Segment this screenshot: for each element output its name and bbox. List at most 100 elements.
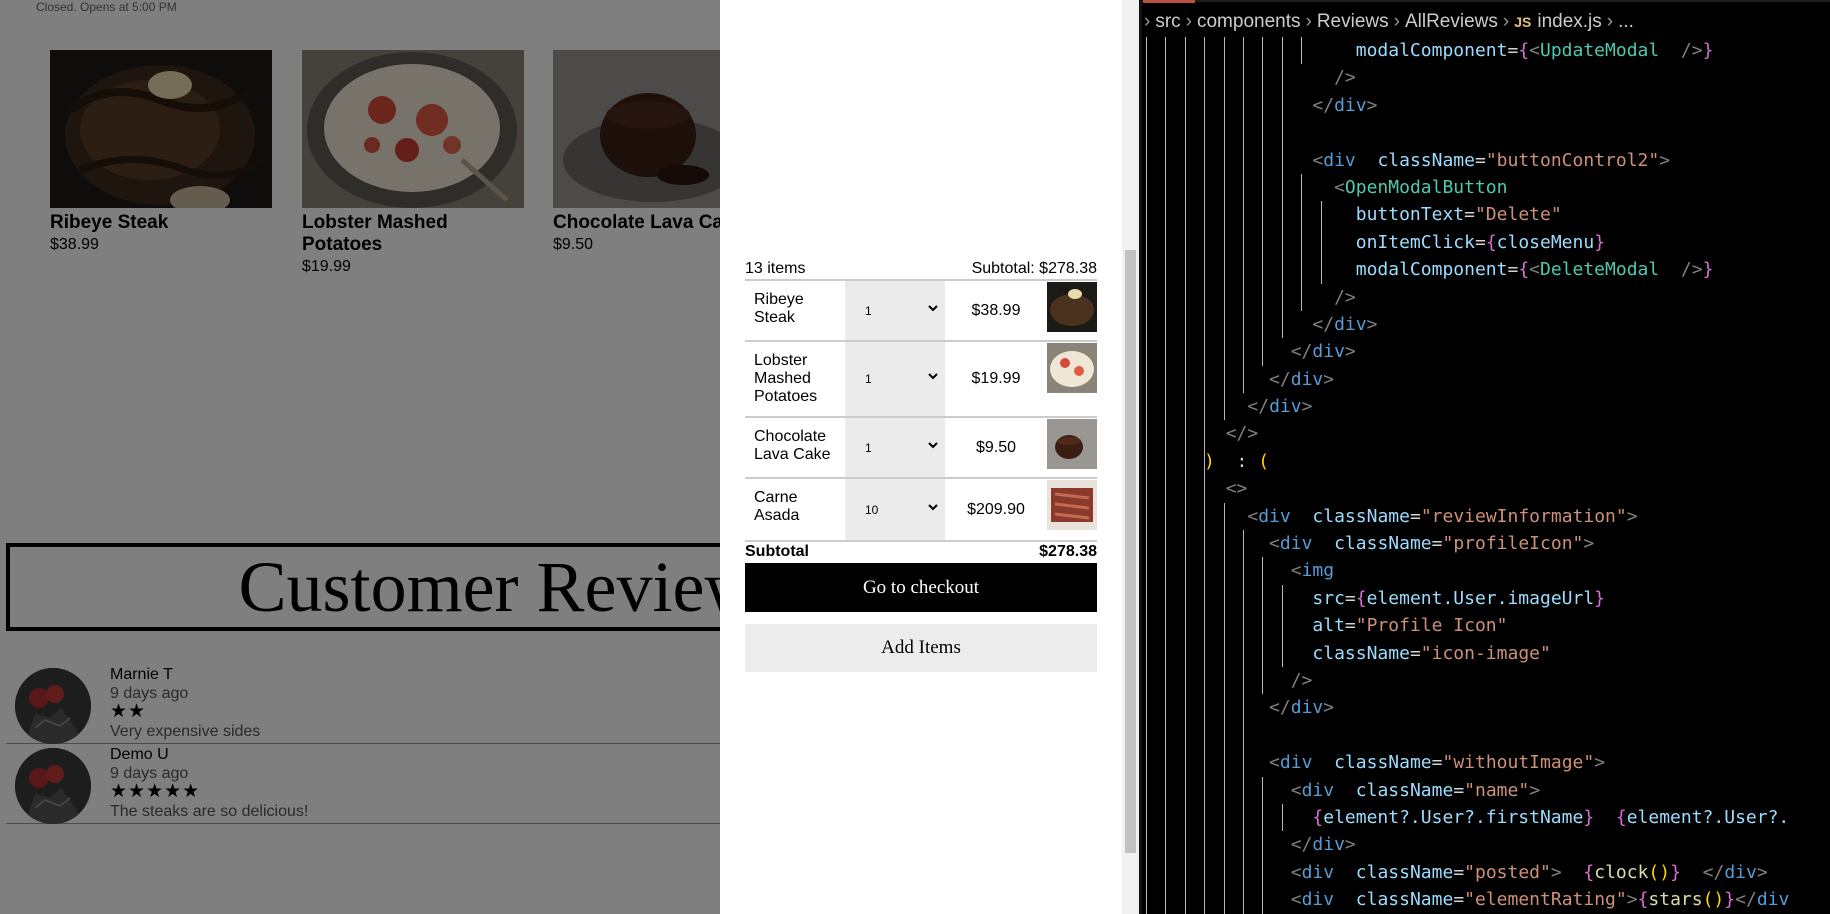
code-text: <div className="posted"> {clock()} </div… bbox=[1139, 859, 1768, 886]
code-line[interactable]: className="icon-image" bbox=[1139, 639, 1830, 667]
code-token: { bbox=[1615, 806, 1627, 828]
code-token: = bbox=[1474, 149, 1486, 171]
code-token: < bbox=[1269, 533, 1280, 555]
code-text: </div> bbox=[1139, 92, 1377, 119]
code-token: </ bbox=[1269, 697, 1291, 719]
breadcrumb-item[interactable]: AllReviews bbox=[1405, 11, 1498, 33]
code-text: <OpenModalButton bbox=[1139, 174, 1507, 201]
cart-items-table: Ribeye Steak 1 $38.99 Lobster Mashed Pot… bbox=[745, 279, 1097, 542]
chevron-down-icon bbox=[927, 501, 939, 516]
code-line[interactable]: <img bbox=[1139, 557, 1830, 585]
scrollbar-thumb[interactable] bbox=[1125, 250, 1136, 853]
code-token: </ bbox=[1247, 396, 1270, 418]
code-token: div bbox=[1258, 505, 1291, 527]
code-token: < bbox=[1334, 176, 1345, 198]
code-token: modalComponent bbox=[1355, 40, 1508, 61]
screen: Closed. Opens at 5:00 PM Ribeye Steak $3… bbox=[0, 0, 1830, 914]
breadcrumb-item[interactable]: components bbox=[1197, 11, 1301, 33]
indent-guide bbox=[1262, 119, 1264, 147]
code-line[interactable]: <div className="buttonControl2"> bbox=[1139, 146, 1830, 174]
code-line[interactable]: </div> bbox=[1139, 393, 1830, 421]
code-token: () bbox=[1702, 889, 1725, 911]
code-line[interactable]: </div> bbox=[1139, 831, 1830, 859]
code-line[interactable]: <div className="profileIcon"> bbox=[1139, 530, 1830, 558]
quantity-select[interactable]: 1 bbox=[865, 441, 939, 455]
code-line[interactable]: <div className="reviewInformation"> bbox=[1139, 502, 1830, 531]
cart-item-name: Lobster Mashed Potatoes bbox=[754, 352, 818, 405]
code-token: div bbox=[1301, 889, 1335, 911]
quantity-select[interactable]: 1 bbox=[865, 304, 939, 318]
code-line[interactable]: /> bbox=[1139, 64, 1830, 92]
code-token: buttonText bbox=[1355, 204, 1465, 226]
code-line[interactable]: <OpenModalButton bbox=[1139, 173, 1830, 202]
modal-backdrop[interactable] bbox=[0, 0, 720, 914]
code-line[interactable]: </div> bbox=[1139, 310, 1830, 339]
quantity-select[interactable]: 1 bbox=[865, 372, 939, 386]
code-area[interactable]: modalComponent={<UpdateModal />} /> </di… bbox=[1139, 37, 1830, 914]
code-token: /> bbox=[1290, 669, 1313, 691]
code-line[interactable]: modalComponent={<DeleteModal />} bbox=[1139, 256, 1830, 284]
code-token: clock bbox=[1594, 861, 1649, 883]
code-line[interactable]: <div className="posted"> {clock()} </div… bbox=[1139, 858, 1830, 887]
code-token: > bbox=[1529, 779, 1541, 801]
code-token: stars bbox=[1648, 889, 1703, 911]
code-line[interactable]: </div> bbox=[1139, 338, 1830, 366]
code-token: className bbox=[1312, 642, 1410, 664]
code-token: /> bbox=[1334, 286, 1356, 308]
indent-guide bbox=[1184, 721, 1186, 750]
quantity-value: 1 bbox=[865, 372, 872, 386]
code-line[interactable]: {element?.User?.firstName} {element?.Use… bbox=[1139, 803, 1830, 832]
code-token: div bbox=[1279, 533, 1313, 555]
quantity-select[interactable]: 10 bbox=[865, 503, 939, 517]
code-token: div bbox=[1334, 313, 1367, 335]
code-line[interactable]: </> bbox=[1139, 420, 1830, 448]
code-line[interactable] bbox=[1139, 721, 1830, 750]
code-token: div bbox=[1290, 368, 1324, 390]
code-line[interactable]: onItemClick={closeMenu} bbox=[1139, 228, 1830, 257]
code-token: < bbox=[1269, 752, 1280, 774]
code-line[interactable]: modalComponent={<UpdateModal />} bbox=[1139, 37, 1830, 65]
quantity-value: 1 bbox=[865, 303, 872, 318]
add-items-button[interactable]: Add Items bbox=[745, 624, 1097, 672]
code-text: </> bbox=[1139, 420, 1259, 447]
code-line[interactable] bbox=[1139, 119, 1830, 147]
breadcrumb-symbol[interactable]: ... bbox=[1618, 11, 1634, 33]
breadcrumb-item[interactable]: src bbox=[1155, 11, 1180, 33]
code-line[interactable]: src={element.User.imageUrl} bbox=[1139, 584, 1830, 613]
code-token: } bbox=[1594, 231, 1606, 253]
code-token: element.User.imageUrl bbox=[1366, 587, 1595, 609]
code-text: </div> bbox=[1139, 694, 1334, 721]
code-line[interactable]: <> bbox=[1139, 475, 1830, 503]
code-token: > bbox=[1344, 341, 1356, 363]
code-token: < bbox=[1312, 149, 1324, 171]
code-text: alt="Profile Icon" bbox=[1139, 612, 1507, 639]
breadcrumb-file[interactable]: index.js bbox=[1537, 11, 1601, 33]
code-line[interactable]: ) : ( bbox=[1139, 447, 1830, 476]
code-line[interactable]: <div className="name"> bbox=[1139, 776, 1830, 804]
code-line[interactable]: <div className="elementRating">{stars()}… bbox=[1139, 886, 1830, 914]
cart-panel: 13 items Subtotal: $278.38 Ribeye Steak … bbox=[720, 0, 1122, 914]
code-line[interactable]: </div> bbox=[1139, 365, 1830, 394]
code-text: src={element.User.imageUrl} bbox=[1139, 585, 1605, 612]
code-token: = bbox=[1474, 231, 1486, 253]
code-token: = bbox=[1453, 889, 1465, 911]
code-token: { bbox=[1518, 259, 1530, 281]
checkout-button[interactable]: Go to checkout bbox=[745, 563, 1097, 612]
quantity-value: 10 bbox=[865, 502, 879, 517]
code-token: > bbox=[1301, 396, 1313, 418]
code-line[interactable]: /> bbox=[1139, 283, 1830, 311]
page-scrollbar[interactable] bbox=[1122, 0, 1139, 914]
code-line[interactable]: </div> bbox=[1139, 694, 1830, 722]
code-text: ) : ( bbox=[1139, 448, 1269, 475]
code-line[interactable]: <div className="withoutImage"> bbox=[1139, 749, 1830, 777]
code-line[interactable]: alt="Profile Icon" bbox=[1139, 612, 1830, 640]
code-line[interactable]: /> bbox=[1139, 666, 1830, 695]
code-text: modalComponent={<UpdateModal />} bbox=[1139, 37, 1714, 64]
breadcrumb-item[interactable]: Reviews bbox=[1317, 11, 1389, 33]
code-line[interactable]: buttonText="Delete" bbox=[1139, 201, 1830, 229]
code-token: "icon-image" bbox=[1420, 642, 1551, 664]
code-line[interactable]: </div> bbox=[1139, 91, 1830, 120]
